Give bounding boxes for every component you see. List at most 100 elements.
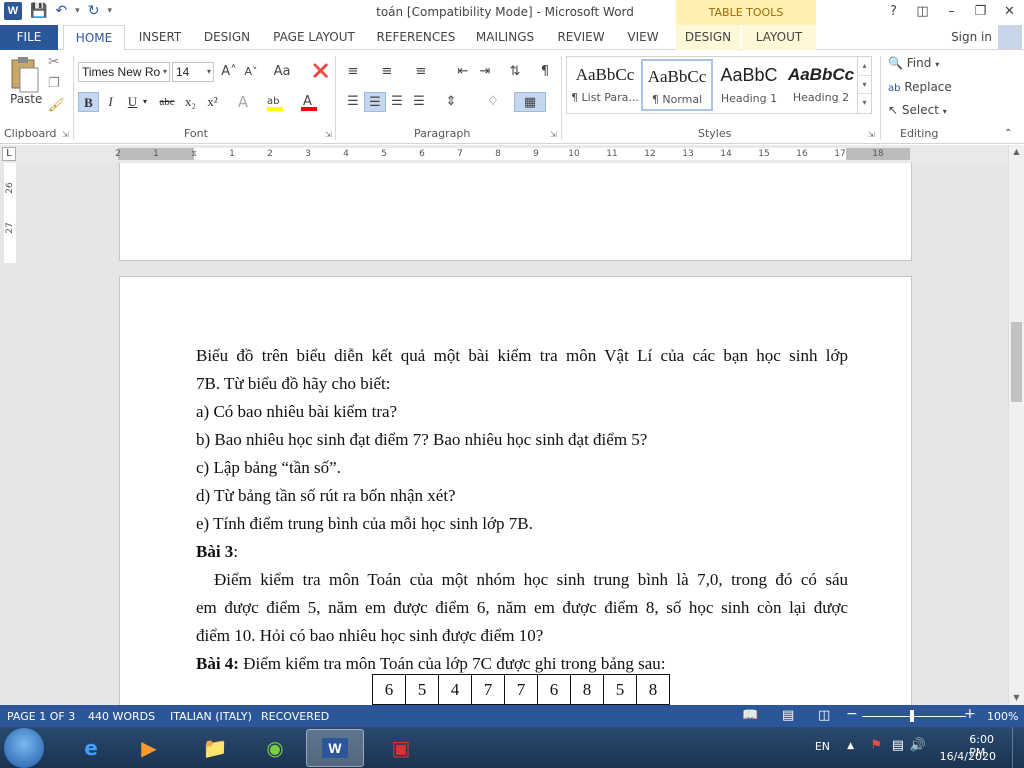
show-hidden-icons-icon[interactable]: ▲ [847, 741, 854, 751]
cut-icon[interactable]: ✂ [48, 54, 60, 70]
grow-font-button[interactable]: A˄ [218, 62, 240, 82]
justify-icon[interactable]: ☰ [408, 92, 430, 112]
shading-icon[interactable]: ♢ [482, 92, 504, 112]
table-cell[interactable]: 6 [537, 674, 571, 705]
chevron-down-icon[interactable]: ▾ [140, 92, 150, 112]
vertical-ruler[interactable]: 26 27 [4, 163, 16, 263]
close-button[interactable]: ✕ [995, 0, 1024, 25]
tab-insert[interactable]: INSERT [132, 25, 188, 50]
table-cell[interactable]: 5 [603, 674, 637, 705]
doc-line[interactable]: a) Có bao nhiêu bài kiểm tra? [196, 398, 848, 426]
format-painter-icon[interactable]: 🖌 [48, 98, 65, 113]
zoom-slider[interactable] [862, 716, 966, 717]
font-size-box[interactable]: 14 ▾ [172, 62, 214, 82]
collapse-ribbon-icon[interactable]: ⌃ [1004, 128, 1012, 139]
line-spacing-icon[interactable]: ⇕ [440, 92, 462, 112]
font-color-icon[interactable]: A [298, 92, 320, 112]
language-status[interactable]: ITALIAN (ITALY) [170, 710, 252, 723]
increase-indent-icon[interactable]: ⇥ [474, 62, 496, 82]
document-body[interactable]: Biểu đồ trên biểu diễn kết quả một bài k… [196, 342, 848, 678]
chevron-up-icon[interactable]: ▴ [858, 57, 871, 75]
sign-in-link[interactable]: Sign in [951, 30, 992, 44]
horizontal-ruler[interactable]: 2 1 1 2 3 4 5 6 7 8 9 10 11 12 13 14 15 16 17 18 ⧖ [115, 148, 910, 160]
table-cell[interactable]: 8 [570, 674, 604, 705]
tab-references[interactable]: REFERENCES [372, 25, 460, 50]
file-explorer-icon[interactable]: 📁 [186, 729, 244, 767]
zoom-out-button[interactable]: − [846, 706, 858, 722]
doc-line[interactable]: em được điểm 5, năm em được điểm 6, năm … [196, 594, 848, 622]
clipboard-launcher-icon[interactable]: ⇲ [62, 130, 69, 139]
italic-button[interactable]: I [100, 92, 121, 112]
style-list-paragraph[interactable]: AaBbCc ¶ List Para... [569, 59, 641, 111]
select-button[interactable]: ↖ Select ▾ [888, 103, 947, 117]
table-cell[interactable]: 6 [372, 674, 406, 705]
align-right-icon[interactable]: ☰ [386, 92, 408, 112]
borders-icon[interactable]: ▦ [514, 92, 546, 112]
volume-icon[interactable]: 🔊 [910, 738, 926, 753]
page-count[interactable]: PAGE 1 OF 3 [7, 710, 75, 723]
doc-line[interactable]: d) Từ bảng tần số rút ra bốn nhận xét? [196, 482, 848, 510]
doc-line[interactable]: Điểm kiểm tra môn Toán của một nhóm học … [196, 566, 848, 594]
zoom-in-button[interactable]: + [964, 706, 976, 722]
style-heading-1[interactable]: AaBbC Heading 1 [713, 59, 785, 111]
word-taskbar-icon[interactable]: W [306, 729, 364, 767]
unikey-icon[interactable]: ▣ [372, 729, 430, 767]
user-avatar[interactable] [998, 25, 1022, 49]
zoom-slider-thumb[interactable] [910, 710, 914, 722]
tab-mailings[interactable]: MAILINGS [470, 25, 540, 50]
doc-line[interactable]: b) Bao nhiêu học sinh đạt điểm 7? Bao nh… [196, 426, 848, 454]
ribbon-display-options-icon[interactable]: ◫ [908, 0, 937, 25]
minimize-button[interactable]: – [937, 0, 966, 25]
chevron-down-icon[interactable]: ▾ [858, 75, 871, 93]
bai3-heading[interactable]: Bài 3: [196, 538, 848, 566]
table-cell[interactable]: 7 [504, 674, 538, 705]
web-layout-icon[interactable]: ◫ [818, 708, 830, 723]
coccoc-browser-icon[interactable]: ◉ [246, 729, 304, 767]
shrink-font-button[interactable]: A˅ [240, 62, 262, 82]
action-center-icon[interactable]: ⚑ [870, 738, 882, 753]
scroll-thumb[interactable] [1011, 322, 1022, 402]
scroll-down-icon[interactable]: ▼ [1009, 691, 1024, 705]
bullets-icon[interactable]: ≡ [342, 62, 364, 82]
styles-launcher-icon[interactable]: ⇲ [868, 130, 875, 139]
highlight-icon[interactable]: ab [264, 92, 286, 112]
zoom-level[interactable]: 100% [987, 710, 1018, 723]
doc-line[interactable]: e) Tính điểm trung bình của mỗi học sinh… [196, 510, 848, 538]
document-page[interactable]: Biểu đồ trên biểu diễn kết quả một bài k… [119, 276, 912, 705]
scroll-up-icon[interactable]: ▲ [1009, 145, 1024, 159]
clock-date[interactable]: 16/4/2020 [940, 750, 996, 763]
copy-icon[interactable]: ❐ [48, 76, 60, 91]
font-name-box[interactable]: Times New Ro ▾ [78, 62, 170, 82]
network-icon[interactable]: ▤ [892, 738, 904, 753]
table-cell[interactable]: 4 [438, 674, 472, 705]
doc-line[interactable]: 7B. Từ biểu đồ hãy cho biết: [196, 370, 848, 398]
doc-line[interactable]: điểm 10. Hỏi có bao nhiêu học sinh được … [196, 622, 848, 650]
decrease-indent-icon[interactable]: ⇤ [452, 62, 474, 82]
show-formatting-button[interactable]: ¶ [534, 62, 556, 82]
vertical-scrollbar[interactable]: ▲ ▼ [1008, 145, 1024, 705]
indent-marker-icon[interactable]: ⧖ [191, 148, 197, 160]
media-player-icon[interactable]: ▶ [120, 729, 178, 767]
bold-button[interactable]: B [78, 92, 99, 112]
start-button[interactable] [4, 728, 44, 768]
input-language[interactable]: EN [815, 740, 830, 753]
score-table[interactable]: 654776858 [372, 674, 670, 705]
doc-line[interactable]: Biểu đồ trên biểu diễn kết quả một bài k… [196, 342, 848, 370]
align-center-icon[interactable]: ☰ [364, 92, 386, 112]
style-heading-2[interactable]: AaBbCc Heading 2 [785, 59, 857, 111]
find-button[interactable]: 🔍 Find ▾ [888, 56, 939, 70]
tab-home[interactable]: HOME [63, 25, 125, 51]
table-cell[interactable]: 5 [405, 674, 439, 705]
tab-review[interactable]: REVIEW [552, 25, 610, 50]
restore-button[interactable]: ❐ [966, 0, 995, 25]
paste-button[interactable]: Paste [10, 92, 42, 106]
more-styles-icon[interactable]: ▾ [858, 93, 871, 111]
subscript-button[interactable]: x₂ [180, 92, 201, 112]
table-cell[interactable]: 7 [471, 674, 505, 705]
style-normal[interactable]: AaBbCc ¶ Normal [641, 59, 713, 111]
sort-icon[interactable]: ⇅ [504, 62, 526, 82]
chevron-down-icon[interactable]: ▾ [207, 63, 211, 81]
tab-selector[interactable]: L [2, 147, 16, 161]
strikethrough-button[interactable]: abc [154, 92, 180, 112]
table-cell[interactable]: 8 [636, 674, 670, 705]
